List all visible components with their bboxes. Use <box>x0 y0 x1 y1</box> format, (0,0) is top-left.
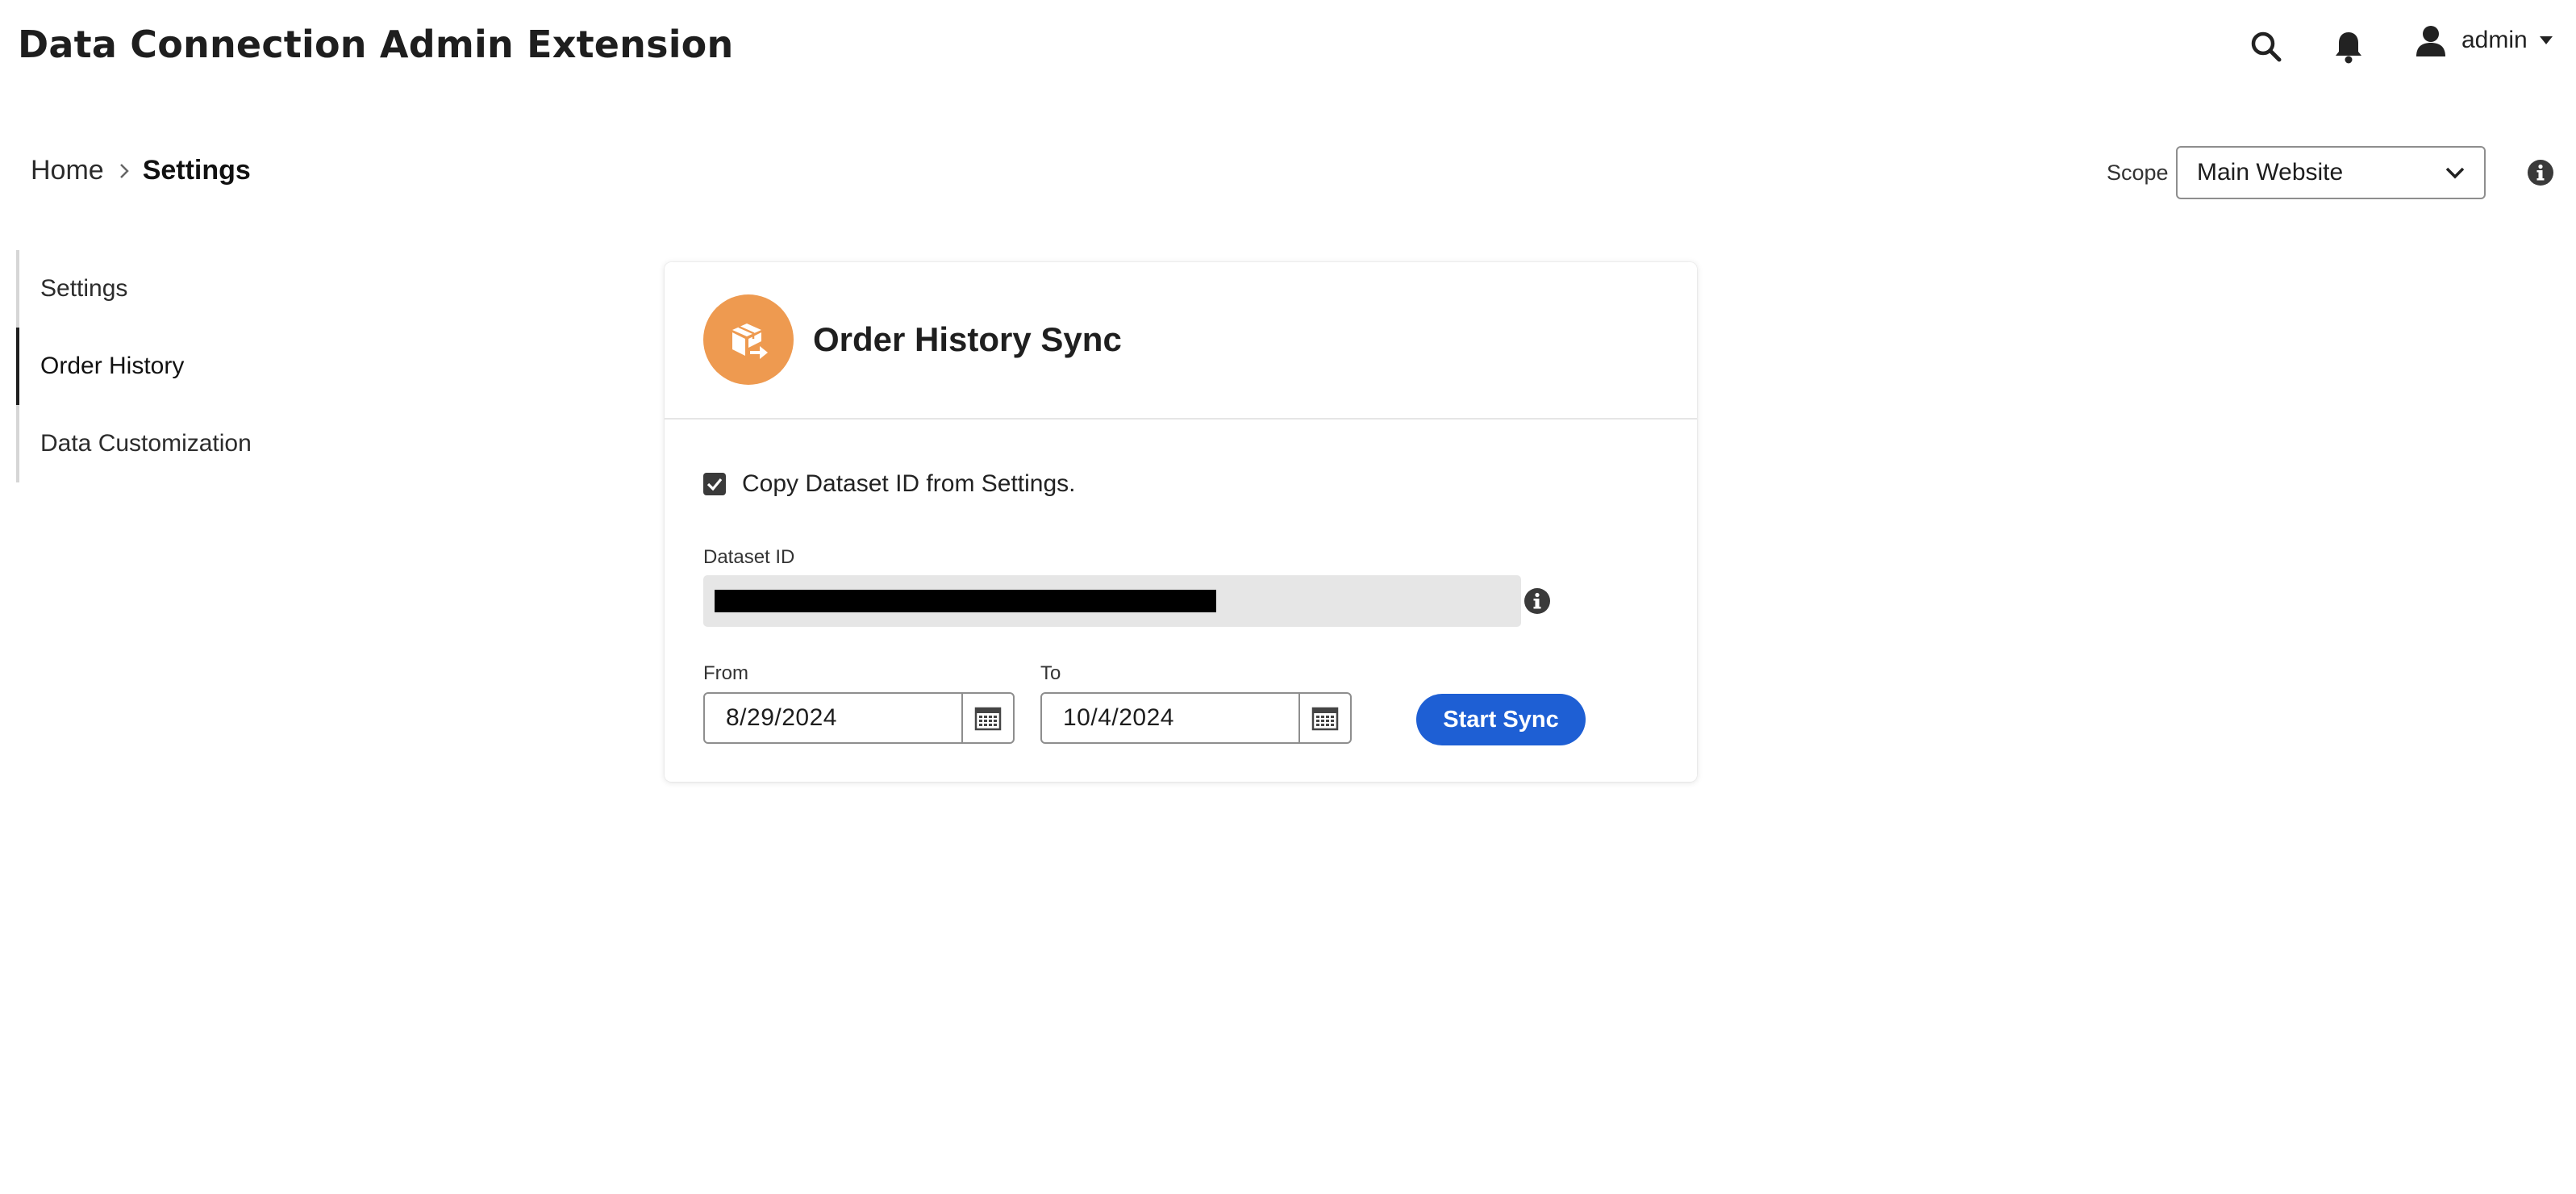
dataset-id-label: Dataset ID <box>703 546 795 568</box>
user-name: admin <box>2461 27 2528 53</box>
sidenav-item-data-customization[interactable]: Data Customization <box>19 405 310 482</box>
card-header: Order History Sync <box>665 262 1697 420</box>
app-title: Data Connection Admin Extension <box>18 23 734 66</box>
to-date-field[interactable]: 10/4/2024 <box>1040 692 1352 744</box>
dataset-id-field[interactable] <box>703 575 1521 627</box>
calendar-icon[interactable] <box>1298 694 1350 742</box>
scope-info-icon[interactable] <box>2526 158 2555 187</box>
breadcrumb: Home Settings <box>31 155 251 186</box>
sidenav-item-order-history[interactable]: Order History <box>16 328 310 405</box>
caret-down-icon <box>2539 35 2553 45</box>
scope-label: Scope <box>2107 161 2169 185</box>
copy-dataset-label: Copy Dataset ID from Settings. <box>742 470 1076 497</box>
from-date-value[interactable]: 8/29/2024 <box>705 694 961 742</box>
card-title: Order History Sync <box>813 320 1122 358</box>
sidenav-item-label: Order History <box>40 353 185 379</box>
redacted-dataset-value <box>715 590 1216 612</box>
sidenav-item-label: Settings <box>40 275 128 302</box>
sidenav-item-settings[interactable]: Settings <box>19 250 310 328</box>
to-date-value[interactable]: 10/4/2024 <box>1042 694 1298 742</box>
sidenav-item-label: Data Customization <box>40 430 252 457</box>
calendar-icon[interactable] <box>961 694 1013 742</box>
search-icon[interactable] <box>2247 27 2286 66</box>
breadcrumb-current: Settings <box>142 155 251 186</box>
order-history-sync-card: Order History Sync Copy Dataset ID from … <box>665 262 1697 782</box>
chevron-down-icon <box>2445 166 2465 179</box>
dataset-info-icon[interactable] <box>1523 587 1552 616</box>
to-label: To <box>1040 662 1061 684</box>
copy-dataset-checkbox-row[interactable]: Copy Dataset ID from Settings. <box>703 470 1076 498</box>
scope-select[interactable]: Main Website <box>2176 146 2486 199</box>
user-avatar-icon <box>2415 24 2447 56</box>
package-sync-icon <box>703 294 794 385</box>
from-label: From <box>703 662 748 684</box>
user-menu[interactable]: admin <box>2415 24 2553 56</box>
bell-icon[interactable] <box>2329 27 2368 66</box>
breadcrumb-home[interactable]: Home <box>31 155 104 186</box>
from-date-field[interactable]: 8/29/2024 <box>703 692 1015 744</box>
start-sync-button[interactable]: Start Sync <box>1416 694 1586 745</box>
copy-dataset-checkbox[interactable] <box>703 473 726 495</box>
side-navigation: Settings Order History Data Customizatio… <box>16 250 310 482</box>
scope-selected-value: Main Website <box>2197 159 2344 186</box>
chevron-right-icon <box>119 163 130 179</box>
